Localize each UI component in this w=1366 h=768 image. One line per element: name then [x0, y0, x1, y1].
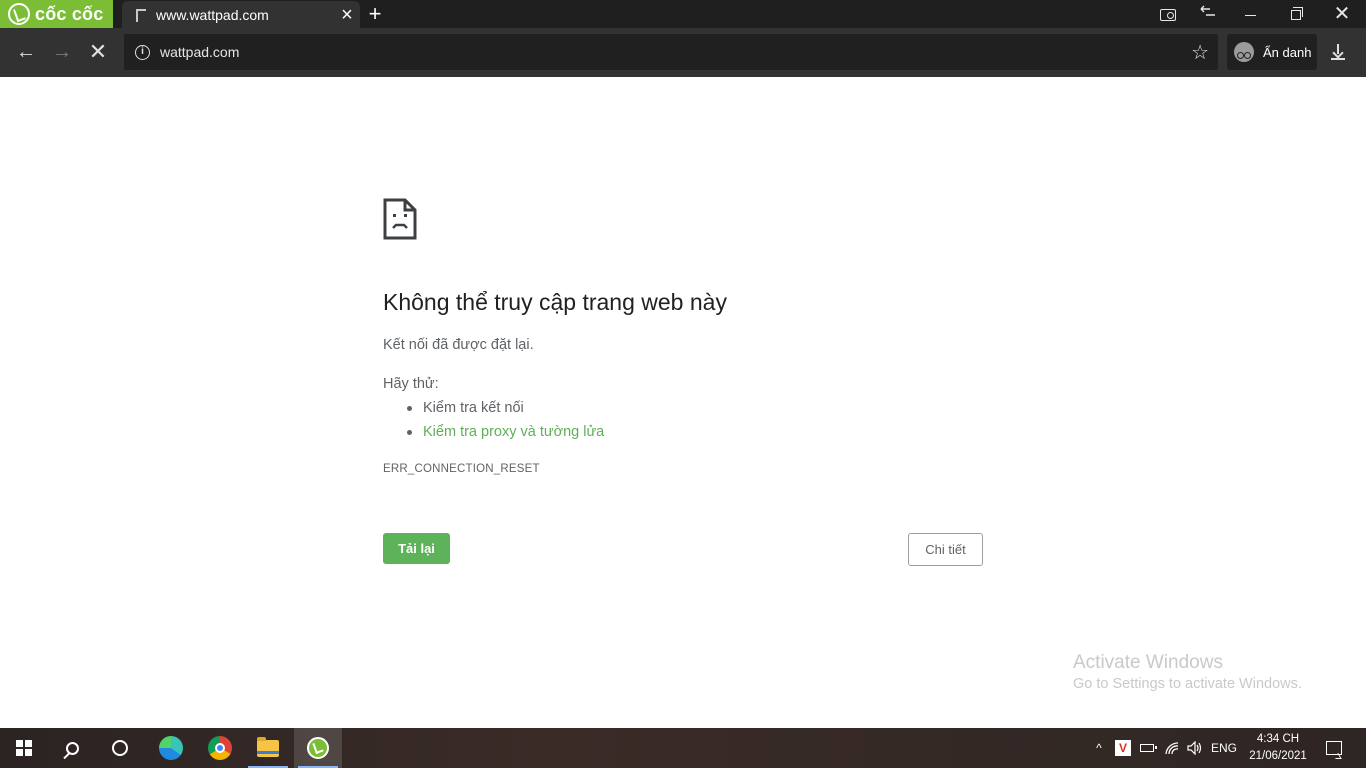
coccoc-logo-icon: [8, 3, 30, 25]
page-favicon-icon: [136, 9, 146, 22]
input-language-button[interactable]: ENG: [1208, 728, 1240, 768]
suggestion-check-connection: Kiểm tra kết nối: [406, 399, 604, 423]
try-label: Hãy thử:: [383, 376, 439, 392]
coccoc-menu-button[interactable]: cốc cốc: [0, 0, 113, 28]
tab-strip: cốc cốc www.wattpad.com × + ✕: [0, 0, 1366, 28]
antivirus-icon: V: [1115, 740, 1131, 756]
back-tabs-icon: [1200, 5, 1215, 16]
incognito-button[interactable]: Ẩn danh: [1227, 34, 1317, 70]
action-center-button[interactable]: [1318, 728, 1350, 768]
restore-icon: [1291, 7, 1303, 21]
search-tabs-button[interactable]: [1148, 0, 1188, 28]
incognito-icon: [1234, 42, 1254, 62]
minimize-icon: [1244, 14, 1256, 16]
brand-name: cốc cốc: [35, 3, 104, 24]
taskbar-file-explorer[interactable]: [244, 728, 292, 768]
url-text[interactable]: wattpad.com: [160, 44, 1191, 60]
tab-close-icon[interactable]: ×: [336, 4, 358, 26]
browser-toolbar: ← → ✕ i wattpad.com ☆ Ẩn danh: [0, 28, 1366, 77]
error-page: Không thể truy cập trang web này Kết nối…: [0, 77, 1366, 728]
taskbar-edge[interactable]: [147, 728, 195, 768]
address-bar[interactable]: i wattpad.com ☆: [124, 34, 1218, 70]
sad-document-icon: [383, 198, 417, 240]
battery-icon: [1140, 744, 1157, 752]
error-code: ERR_CONNECTION_RESET: [383, 463, 540, 475]
start-button[interactable]: [0, 728, 48, 768]
close-window-button[interactable]: ✕: [1322, 0, 1362, 28]
chevron-up-icon: ^: [1096, 741, 1102, 755]
show-hidden-icons-button[interactable]: ^: [1088, 728, 1110, 768]
clock-date: 21/06/2021: [1249, 750, 1307, 762]
edge-icon: [159, 736, 183, 760]
stop-loading-button[interactable]: ✕: [82, 36, 114, 68]
close-icon: ✕: [1333, 3, 1351, 25]
chrome-icon: [208, 736, 232, 760]
clock-time: 4:34 CH: [1256, 733, 1300, 745]
taskbar-search-button[interactable]: [48, 728, 96, 768]
suggestion-list: Kiểm tra kết nối Kiểm tra proxy và tường…: [406, 399, 604, 447]
clock-button[interactable]: 4:34 CH 21/06/2021: [1244, 728, 1312, 768]
search-tabs-icon: [1160, 9, 1176, 22]
network-tray-button[interactable]: [1160, 728, 1184, 768]
error-title: Không thể truy cập trang web này: [383, 289, 727, 315]
tab-title: www.wattpad.com: [156, 6, 269, 23]
incognito-label: Ẩn danh: [1263, 44, 1312, 60]
download-icon: [1331, 44, 1345, 61]
back-button[interactable]: ←: [10, 36, 42, 68]
volume-icon: [1187, 741, 1202, 755]
new-tab-button[interactable]: +: [364, 2, 386, 26]
battery-tray-button[interactable]: [1136, 728, 1158, 768]
antivirus-tray-button[interactable]: V: [1112, 728, 1134, 768]
search-icon: [65, 741, 79, 755]
error-description: Kết nối đã được đặt lại.: [383, 337, 534, 353]
suggestion-check-proxy-link[interactable]: Kiểm tra proxy và tường lửa: [406, 423, 604, 447]
folder-icon: [257, 736, 279, 757]
notification-icon: [1326, 741, 1342, 755]
windows-logo-icon: [16, 740, 32, 756]
back-tabs-button[interactable]: [1188, 0, 1228, 28]
volume-tray-button[interactable]: [1184, 728, 1206, 768]
cortana-icon: [112, 740, 128, 756]
reload-button[interactable]: Tải lại: [383, 533, 450, 564]
taskbar-chrome[interactable]: [196, 728, 244, 768]
info-icon[interactable]: i: [135, 44, 150, 60]
star-icon[interactable]: ☆: [1191, 40, 1209, 65]
download-button[interactable]: [1322, 36, 1354, 68]
taskbar-coccoc[interactable]: [294, 728, 342, 768]
activate-windows-title: Activate Windows: [1073, 652, 1223, 673]
tab-wattpad[interactable]: www.wattpad.com ×: [122, 1, 360, 28]
cortana-button[interactable]: [96, 728, 144, 768]
activate-windows-subtitle: Go to Settings to activate Windows.: [1073, 676, 1302, 692]
minimize-button[interactable]: [1230, 0, 1270, 28]
restore-button[interactable]: [1276, 0, 1316, 28]
wifi-icon: [1165, 742, 1179, 755]
details-button[interactable]: Chi tiết: [908, 533, 983, 566]
windows-taskbar: ^ V ENG 4:34 CH 21/06/2021: [0, 728, 1366, 768]
forward-button[interactable]: →: [46, 36, 78, 68]
coccoc-icon: [307, 737, 329, 759]
